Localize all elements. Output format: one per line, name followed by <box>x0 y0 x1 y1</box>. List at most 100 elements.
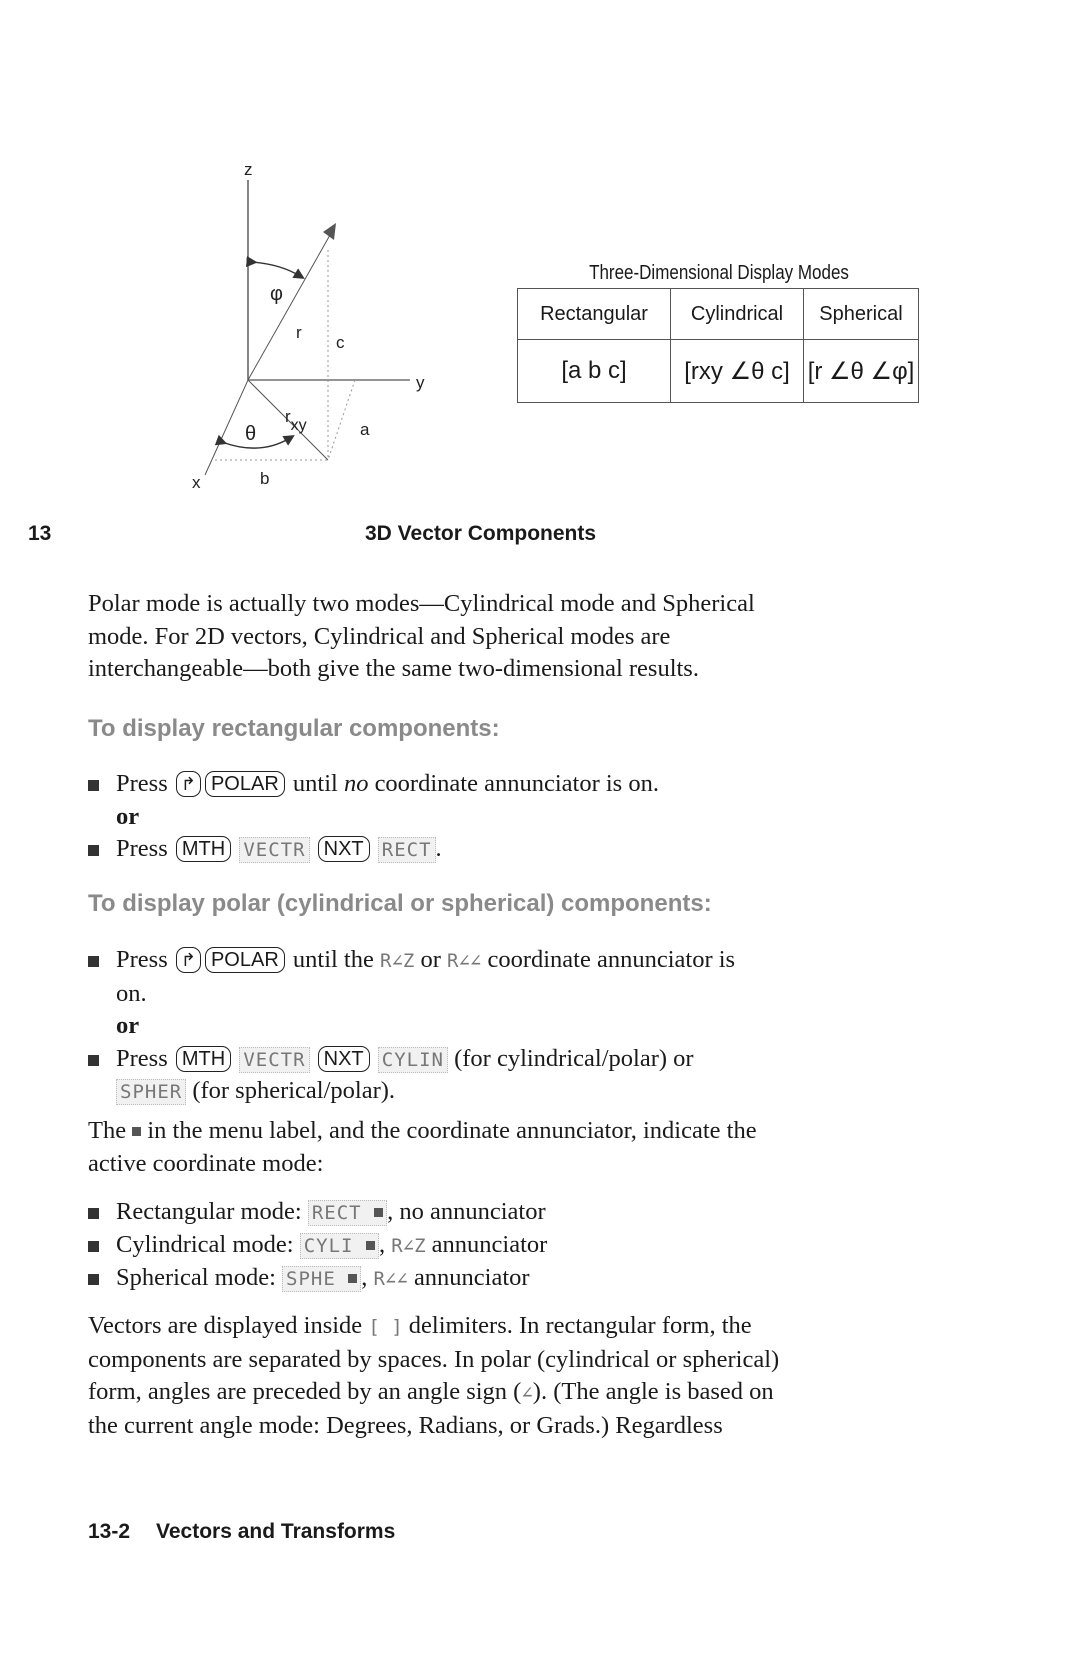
rxy-label: rxy <box>285 407 307 434</box>
nxt-key[interactable]: NXT <box>317 1045 370 1072</box>
footer-section: Vectors and Transforms <box>156 1520 396 1543</box>
polar-step-2: Press MTH VECTR NXT CYLIN (for cylindric… <box>88 1043 948 1108</box>
indicator-line: active coordinate mode: <box>88 1149 324 1177</box>
y-label: y <box>416 373 425 392</box>
press-text: Press <box>116 835 168 862</box>
header-cylindrical: Cylindrical <box>670 288 804 340</box>
sphe-active-menu-label: SPHE <box>282 1266 362 1292</box>
b-label: b <box>260 469 269 488</box>
press-text: Press <box>116 946 168 973</box>
rect-menu-label[interactable]: RECT <box>377 837 436 863</box>
chapter-tab: 13 <box>28 522 52 545</box>
step-text: (for spherical/polar). <box>192 1077 396 1104</box>
spher-menu-label[interactable]: SPHER <box>116 1079 187 1105</box>
x-axis <box>204 379 249 476</box>
a-label: a <box>360 420 370 439</box>
polar-key[interactable]: POLAR <box>204 947 285 973</box>
header-rectangular: Rectangular <box>517 288 671 340</box>
cylindrical-annunciator: R∠Z <box>380 950 415 972</box>
vectr-menu-label[interactable]: VECTR <box>239 837 310 863</box>
rect-heading: To display rectangular components: <box>88 715 500 742</box>
phi-label: φ <box>270 283 283 305</box>
display-modes-table: Rectangular Cylindrical Spherical [a b c… <box>517 288 919 403</box>
polar-key[interactable]: POLAR <box>204 771 285 797</box>
step-text: until the <box>292 946 374 973</box>
rect-active-menu-label: RECT <box>307 1200 388 1226</box>
bullet-icon <box>88 956 99 967</box>
right-shift-key[interactable]: ↱ <box>175 771 201 797</box>
polar-steps: Press ↱ POLAR until the R∠Z or R∠∠ coordi… <box>88 944 948 1108</box>
mode-text: annunciator <box>431 1230 548 1258</box>
a-projection <box>327 379 356 461</box>
spherical-annunciator: R∠∠ <box>447 950 482 972</box>
intro-line: mode. For 2D vectors, Cylindrical and Sp… <box>88 622 671 650</box>
mode-item-cylindrical: Cylindrical mode: CYLI , R∠Z annunciator <box>88 1229 948 1263</box>
header-spherical: Spherical <box>803 288 919 340</box>
bullet-icon <box>88 1054 99 1066</box>
page-footer: 13-2 Vectors and Transforms <box>88 1520 395 1544</box>
cell-rectangular: [a b c] <box>517 339 671 403</box>
rect-step-2: Press MTH VECTR NXT RECT. <box>88 833 948 866</box>
vectr-menu-label[interactable]: VECTR <box>239 1046 310 1073</box>
page-number: 13-2 <box>88 1520 131 1543</box>
step-text: until <box>292 770 344 797</box>
bullet-icon <box>88 845 99 856</box>
mode-item-rectangular: Rectangular mode: RECT , no annunciator <box>88 1196 948 1229</box>
step-text: coordinate annunciator is <box>487 946 736 973</box>
mode-label: Spherical mode: <box>116 1264 276 1291</box>
intro-line: Polar mode is actually two modes—Cylindr… <box>88 590 755 617</box>
bullet-icon <box>88 1274 99 1285</box>
cell-cylindrical: [rxy ∠θ c] <box>670 339 804 403</box>
active-indicator-icon <box>132 1127 142 1136</box>
active-indicator-icon <box>365 1240 375 1250</box>
step-text: coordinate annunciator is on. <box>368 770 659 797</box>
indicator-paragraph: The in the menu label, and the coordinat… <box>88 1115 938 1180</box>
rect-steps: Press ↱ POLAR until no coordinate annunci… <box>88 768 948 866</box>
cell-spherical: [r ∠θ ∠φ] <box>803 339 919 403</box>
vectors-line: components are separated by spaces. In p… <box>88 1345 780 1373</box>
mode-text: annunciator <box>413 1264 530 1291</box>
intro-line: interchangeable—both give the same two-d… <box>88 655 699 682</box>
vectors-paragraph: Vectors are displayed inside [ ] delimit… <box>88 1310 938 1442</box>
z-label: z <box>244 160 253 179</box>
nxt-key[interactable]: NXT <box>317 836 370 862</box>
theta-label: θ <box>245 423 256 445</box>
intro-paragraph: Polar mode is actually two modes—Cylindr… <box>88 588 938 686</box>
r-vector <box>247 234 331 381</box>
mth-key[interactable]: MTH <box>175 836 232 862</box>
mode-item-spherical: Spherical mode: SPHE , R∠∠ annunciator <box>88 1262 948 1296</box>
delimiters: [ ] <box>368 1316 403 1338</box>
mode-list: Rectangular mode: RECT , no annunciator … <box>88 1196 948 1296</box>
cylin-menu-label[interactable]: CYLIN <box>377 1046 448 1073</box>
active-indicator-icon <box>348 1274 358 1283</box>
mode-label: Rectangular mode: <box>116 1198 302 1225</box>
step-text: (for cylindrical/polar) or <box>454 1044 694 1072</box>
table-header-row: Rectangular Cylindrical Spherical <box>517 288 919 340</box>
bullet-icon <box>88 1240 99 1252</box>
mode-label: Cylindrical mode: <box>116 1230 294 1258</box>
right-shift-key[interactable]: ↱ <box>175 947 201 973</box>
3d-vector-diagram: z y x φ r c θ rxy a b <box>192 160 425 492</box>
phi-arc <box>246 256 305 279</box>
or-label: or <box>116 802 140 830</box>
press-text: Press <box>116 770 168 797</box>
mode-text: , no annunciator <box>387 1198 546 1225</box>
rect-step-1: Press ↱ POLAR until no coordinate annunci… <box>88 768 948 801</box>
table-caption: Three-Dimensional Display Modes <box>589 262 849 284</box>
mth-key[interactable]: MTH <box>175 1045 232 1072</box>
vectors-line: Vectors are displayed inside [ ] delimit… <box>88 1312 752 1339</box>
angle-sign: ∠ <box>521 1382 533 1404</box>
cyli-active-menu-label: CYLI <box>299 1232 379 1259</box>
x-label: x <box>192 473 201 492</box>
period: . <box>435 835 442 862</box>
emphasis-no: no <box>343 770 369 797</box>
table-row: [a b c] [rxy ∠θ c] [r ∠θ ∠φ] <box>517 339 919 403</box>
step-text: or <box>420 946 441 973</box>
bullet-icon <box>88 1208 99 1219</box>
cylindrical-annunciator: R∠Z <box>391 1234 426 1257</box>
c-label: c <box>336 333 345 352</box>
polar-heading: To display polar (cylindrical or spheric… <box>88 890 712 917</box>
r-label: r <box>296 323 302 342</box>
section-title: 3D Vector Components <box>365 522 597 545</box>
vectors-line: the current angle mode: Degrees, Radians… <box>88 1411 723 1439</box>
